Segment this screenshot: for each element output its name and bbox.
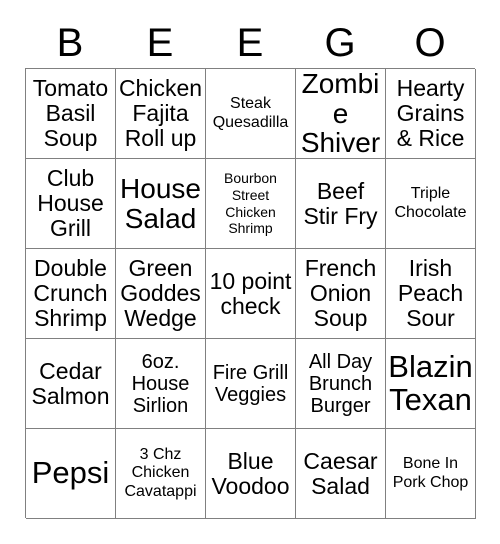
bingo-cell-label: 3 Chz Chicken Cavatappi: [124, 446, 197, 500]
bingo-header-letter-1: B: [56, 21, 84, 65]
bingo-cell-r4c4[interactable]: All Day Brunch Burger: [296, 339, 386, 429]
bingo-cell-label: Pepsi: [31, 455, 110, 491]
bingo-header-row: B E E G O: [25, 18, 475, 68]
bingo-cell-label: Hearty Grains & Rice: [396, 75, 465, 151]
bingo-cell-r2c1[interactable]: Club House Grill: [26, 159, 116, 249]
bingo-cell-label: Green Goddes Wedge: [120, 255, 201, 331]
bingo-cell-r2c4[interactable]: Beef Stir Fry: [296, 159, 386, 249]
bingo-cell-label: Tomato Basil Soup: [32, 75, 109, 151]
bingo-cell-r3c4[interactable]: French Onion Soup: [296, 249, 386, 339]
bingo-cell-label: Chicken Fajita Roll up: [118, 75, 203, 151]
bingo-cell-r4c1[interactable]: Cedar Salmon: [26, 339, 116, 429]
bingo-cell-label: Blue Voodoo: [211, 447, 290, 499]
bingo-cell-label: Triple Chocolate: [394, 185, 467, 221]
bingo-cell-r5c4[interactable]: Caesar Salad: [296, 429, 386, 519]
bingo-card-page: B E E G O Tomato Basil Soup Chicken Faji…: [0, 0, 500, 544]
bingo-header-letter-2: E: [146, 21, 174, 65]
bingo-cell-label: Double Crunch Shrimp: [33, 255, 108, 331]
bingo-cell-r4c2[interactable]: 6oz. House Sirlion: [116, 339, 206, 429]
bingo-cell-r5c5[interactable]: Bone In Pork Chop: [386, 429, 476, 519]
bingo-cell-r1c2[interactable]: Chicken Fajita Roll up: [116, 69, 206, 159]
bingo-cell-label: Cedar Salmon: [31, 357, 110, 409]
bingo-cell-label: Bone In Pork Chop: [392, 455, 469, 491]
bingo-header-letter-3: E: [236, 21, 264, 65]
bingo-cell-r4c5[interactable]: Blazin Texan: [386, 339, 476, 429]
bingo-cell-r3c5[interactable]: Irish Peach Sour: [386, 249, 476, 339]
bingo-cell-r5c1[interactable]: Pepsi: [26, 429, 116, 519]
bingo-cell-label: Zombie Shiver: [300, 69, 381, 159]
bingo-cell-label: Beef Stir Fry: [303, 177, 378, 229]
bingo-cell-label: Caesar Salad: [303, 447, 378, 499]
bingo-cell-r1c1[interactable]: Tomato Basil Soup: [26, 69, 116, 159]
bingo-cell-label: 10 point check: [209, 267, 292, 319]
bingo-cell-r5c2[interactable]: 3 Chz Chicken Cavatappi: [116, 429, 206, 519]
bingo-cell-label: House Salad: [120, 173, 201, 234]
bingo-cell-r1c4[interactable]: Zombie Shiver: [296, 69, 386, 159]
bingo-cell-r5c3[interactable]: Blue Voodoo: [206, 429, 296, 519]
bingo-cell-label: Fire Grill Veggies: [212, 361, 289, 406]
bingo-cell-r2c3[interactable]: Bourbon Street Chicken Shrimp: [206, 159, 296, 249]
bingo-row-5: Pepsi 3 Chz Chicken Cavatappi Blue Voodo…: [26, 429, 476, 519]
bingo-cell-label: Steak Quesadilla: [212, 95, 289, 131]
bingo-cell-label: All Day Brunch Burger: [308, 350, 373, 417]
bingo-grid: Tomato Basil Soup Chicken Fajita Roll up…: [25, 68, 476, 519]
bingo-header-letter-4: G: [324, 21, 356, 65]
bingo-cell-label: Bourbon Street Chicken Shrimp: [224, 170, 277, 237]
bingo-cell-label: Club House Grill: [37, 165, 104, 241]
bingo-cell-r2c5[interactable]: Triple Chocolate: [386, 159, 476, 249]
bingo-row-2: Club House Grill House Salad Bourbon Str…: [26, 159, 476, 249]
bingo-cell-r1c5[interactable]: Hearty Grains & Rice: [386, 69, 476, 159]
bingo-cell-r3c1[interactable]: Double Crunch Shrimp: [26, 249, 116, 339]
bingo-cell-label: Blazin Texan: [388, 349, 473, 417]
bingo-row-3: Double Crunch Shrimp Green Goddes Wedge …: [26, 249, 476, 339]
bingo-cell-label: Irish Peach Sour: [397, 255, 464, 331]
bingo-cell-r2c2[interactable]: House Salad: [116, 159, 206, 249]
bingo-row-1: Tomato Basil Soup Chicken Fajita Roll up…: [26, 69, 476, 159]
bingo-cell-label: French Onion Soup: [304, 255, 377, 331]
bingo-cell-r4c3[interactable]: Fire Grill Veggies: [206, 339, 296, 429]
bingo-cell-r3c2[interactable]: Green Goddes Wedge: [116, 249, 206, 339]
bingo-row-4: Cedar Salmon 6oz. House Sirlion Fire Gri…: [26, 339, 476, 429]
bingo-cell-r1c3[interactable]: Steak Quesadilla: [206, 69, 296, 159]
bingo-header-letter-5: O: [414, 21, 446, 65]
bingo-cell-r3c3[interactable]: 10 point check: [206, 249, 296, 339]
bingo-cell-label: 6oz. House Sirlion: [131, 350, 190, 417]
